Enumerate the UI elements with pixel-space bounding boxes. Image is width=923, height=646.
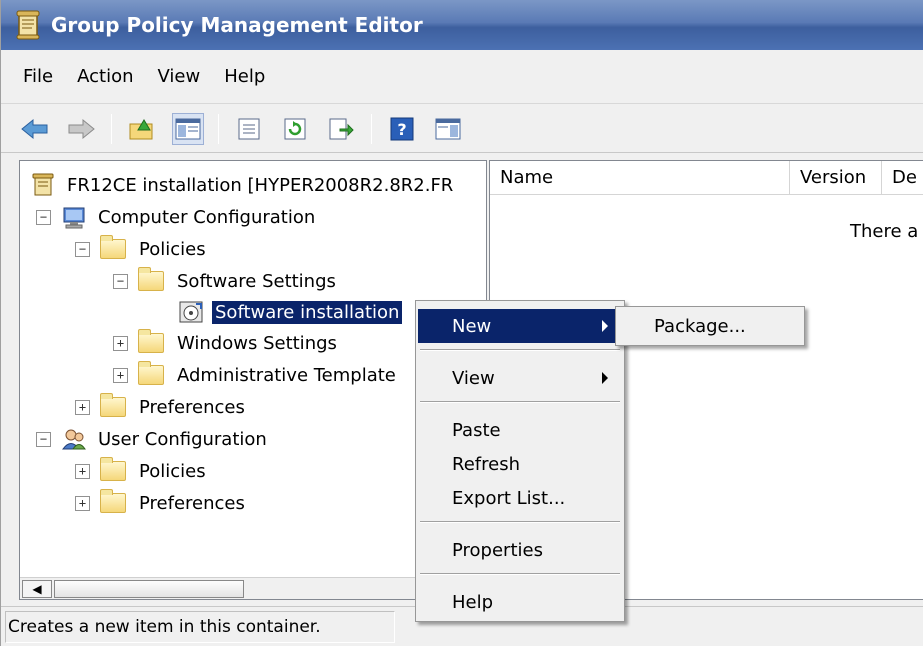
context-menu-help[interactable]: Help (418, 585, 622, 619)
menu-file[interactable]: File (13, 58, 63, 95)
context-menu-properties[interactable]: Properties (418, 533, 622, 567)
scroll-left-button[interactable]: ◀ (22, 580, 52, 598)
expand-toggle[interactable]: + (113, 335, 128, 351)
menu-separator (420, 401, 620, 403)
submenu-arrow-icon (602, 372, 608, 384)
context-menu-paste[interactable]: Paste (418, 413, 622, 447)
toolbar: ? (1, 105, 923, 153)
column-header-name[interactable]: Name (490, 161, 790, 195)
tree-node-administrative-templates[interactable]: + Administrative Template (113, 359, 399, 391)
export-list-button[interactable] (325, 113, 357, 145)
refresh-icon (284, 118, 306, 139)
preferences-label: Preferences (139, 492, 245, 514)
tree-node-software-settings[interactable]: − Software Settings (113, 265, 339, 297)
toolbar-separator (218, 113, 219, 144)
context-menu-new-label: New (452, 315, 492, 337)
folder-icon (100, 393, 126, 417)
windows-settings-label: Windows Settings (177, 332, 337, 354)
gpo-scroll-icon (32, 173, 54, 196)
column-header-version[interactable]: Version (790, 161, 882, 195)
title-bar[interactable]: Group Policy Management Editor (1, 0, 923, 50)
tree-root-label: FR12CE installation [HYPER2008R2.8R2.FR (67, 174, 454, 196)
preferences-label: Preferences (139, 396, 245, 418)
empty-list-message: There a (850, 221, 919, 242)
menu-separator (420, 349, 620, 351)
up-one-level-button[interactable] (126, 113, 158, 145)
expand-toggle[interactable]: + (75, 495, 90, 511)
administrative-templates-label: Administrative Template (177, 364, 396, 386)
folder-icon (138, 267, 164, 291)
help-icon: ? (390, 117, 414, 140)
policies-label: Policies (139, 460, 206, 482)
menu-view[interactable]: View (148, 58, 211, 95)
collapse-toggle[interactable]: − (75, 241, 90, 257)
expand-toggle[interactable]: + (113, 367, 128, 383)
menu-help[interactable]: Help (214, 58, 275, 95)
collapse-toggle[interactable]: − (36, 431, 51, 447)
show-action-pane-icon (435, 118, 461, 139)
show-hide-tree-icon (175, 118, 201, 139)
back-button[interactable] (19, 113, 51, 145)
folder-icon (100, 489, 126, 513)
policy-scroll-icon (16, 10, 40, 40)
tree-root[interactable]: FR12CE installation [HYPER2008R2.8R2.FR (30, 169, 456, 201)
folder-icon (100, 457, 126, 481)
back-icon (21, 118, 48, 139)
folder-icon (100, 235, 126, 259)
show-hide-tree-button[interactable] (172, 112, 204, 145)
software-installation-label: Software installation (212, 300, 403, 324)
properties-icon (238, 118, 260, 139)
forward-button[interactable] (65, 113, 97, 145)
expand-toggle[interactable]: + (75, 463, 90, 479)
submenu-package[interactable]: Package... (618, 309, 802, 343)
toolbar-separator (371, 113, 372, 144)
refresh-button[interactable] (279, 113, 311, 145)
folder-icon (138, 361, 164, 385)
submenu-arrow-icon (602, 320, 608, 332)
help-button[interactable]: ? (386, 113, 418, 145)
new-submenu: Package... (615, 306, 805, 346)
show-action-pane-button[interactable] (432, 113, 464, 145)
column-header-description[interactable]: De (882, 161, 923, 195)
menu-separator (420, 521, 620, 523)
toolbar-separator (111, 113, 112, 144)
menu-separator (420, 573, 620, 575)
collapse-toggle[interactable]: − (113, 273, 128, 289)
scroll-thumb[interactable] (54, 580, 244, 598)
policies-label: Policies (139, 238, 206, 260)
computer-icon (63, 207, 85, 229)
folder-icon (138, 329, 164, 353)
context-menu-view-label: View (452, 367, 495, 389)
tree-node-cc-preferences[interactable]: + Preferences (75, 391, 248, 423)
context-menu-refresh[interactable]: Refresh (418, 447, 622, 481)
export-list-icon (329, 118, 354, 139)
computer-configuration-label: Computer Configuration (98, 206, 316, 228)
up-folder-icon (129, 118, 153, 139)
tree-node-uc-policies[interactable]: + Policies (75, 455, 209, 487)
tree-node-software-installation[interactable]: Software installation (178, 296, 403, 328)
tree-node-computer-configuration[interactable]: − Computer Configuration (36, 201, 318, 233)
context-menu-new[interactable]: New (418, 309, 622, 343)
context-menu-view[interactable]: View (418, 361, 622, 395)
tree-node-uc-preferences[interactable]: + Preferences (75, 487, 248, 519)
menu-bar: File Action View Help (1, 50, 923, 104)
expand-toggle[interactable]: + (75, 399, 90, 415)
app-window: Group Policy Management Editor File Acti… (0, 0, 923, 646)
context-menu: New View Paste Refresh Export List... Pr… (415, 300, 625, 622)
software-settings-label: Software Settings (177, 270, 336, 292)
svg-text:?: ? (397, 120, 406, 139)
tree-node-windows-settings[interactable]: + Windows Settings (113, 327, 340, 359)
collapse-toggle[interactable]: − (36, 209, 51, 225)
status-text: Creates a new item in this container. (5, 610, 395, 643)
forward-icon (68, 118, 95, 139)
properties-button[interactable] (233, 113, 265, 145)
menu-action[interactable]: Action (67, 58, 143, 95)
tree-node-cc-policies[interactable]: − Policies (75, 233, 209, 265)
user-icon (62, 429, 86, 450)
tree-node-user-configuration[interactable]: − User Configuration (36, 423, 270, 455)
user-configuration-label: User Configuration (98, 428, 267, 450)
software-installation-icon (179, 301, 203, 323)
context-menu-export-list[interactable]: Export List... (418, 481, 622, 515)
window-title: Group Policy Management Editor (51, 13, 423, 37)
